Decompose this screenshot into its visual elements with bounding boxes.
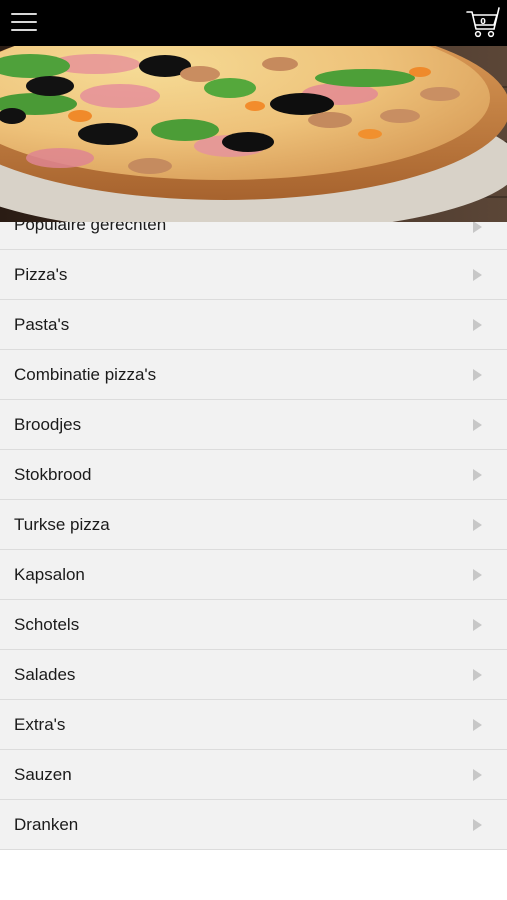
category-item-broodjes[interactable]: Broodjes xyxy=(0,400,507,450)
category-label: Combinatie pizza's xyxy=(14,365,157,384)
category-label: Populaire gerechten xyxy=(14,222,167,234)
category-item-pastas[interactable]: Pasta's xyxy=(0,300,507,350)
category-label: Stokbrood xyxy=(14,465,92,484)
chevron-right-icon xyxy=(473,619,482,631)
category-label: Turkse pizza xyxy=(14,515,110,534)
category-item-schotels[interactable]: Schotels xyxy=(0,600,507,650)
category-label: Sauzen xyxy=(14,765,72,784)
category-label: Extra's xyxy=(14,715,66,734)
category-label: Broodjes xyxy=(14,415,82,434)
category-item-kapsalon[interactable]: Kapsalon xyxy=(0,550,507,600)
category-item-stokbrood[interactable]: Stokbrood xyxy=(0,450,507,500)
chevron-right-icon xyxy=(473,519,482,531)
hero-pizza-image xyxy=(0,46,507,222)
category-item-populaire-gerechten[interactable]: Populaire gerechten xyxy=(0,222,507,250)
chevron-right-icon xyxy=(473,769,482,781)
chevron-right-icon xyxy=(473,222,482,233)
chevron-right-icon xyxy=(473,369,482,381)
chevron-right-icon xyxy=(473,269,482,281)
cart-count-badge: 0 xyxy=(480,17,486,26)
category-label: Pizza's xyxy=(14,265,68,284)
category-label: Dranken xyxy=(14,815,79,834)
category-list: Populaire gerechten Pizza's Pasta's Comb… xyxy=(0,222,507,850)
category-item-salades[interactable]: Salades xyxy=(0,650,507,700)
hamburger-menu-icon[interactable] xyxy=(11,12,37,32)
category-item-combinatie-pizzas[interactable]: Combinatie pizza's xyxy=(0,350,507,400)
category-label: Kapsalon xyxy=(14,565,85,584)
chevron-right-icon xyxy=(473,419,482,431)
chevron-right-icon xyxy=(473,569,482,581)
chevron-right-icon xyxy=(473,669,482,681)
category-item-sauzen[interactable]: Sauzen xyxy=(0,750,507,800)
shopping-cart-button[interactable]: 0 xyxy=(466,7,500,39)
category-label: Salades xyxy=(14,665,76,684)
category-item-pizzas[interactable]: Pizza's xyxy=(0,250,507,300)
category-label: Pasta's xyxy=(14,315,70,334)
category-item-extras[interactable]: Extra's xyxy=(0,700,507,750)
top-navigation-bar: 0 xyxy=(0,0,507,46)
chevron-right-icon xyxy=(473,819,482,831)
category-item-dranken[interactable]: Dranken xyxy=(0,800,507,850)
chevron-right-icon xyxy=(473,319,482,331)
category-label: Schotels xyxy=(14,615,80,634)
pizza-photo xyxy=(0,46,507,222)
chevron-right-icon xyxy=(473,719,482,731)
category-item-turkse-pizza[interactable]: Turkse pizza xyxy=(0,500,507,550)
chevron-right-icon xyxy=(473,469,482,481)
